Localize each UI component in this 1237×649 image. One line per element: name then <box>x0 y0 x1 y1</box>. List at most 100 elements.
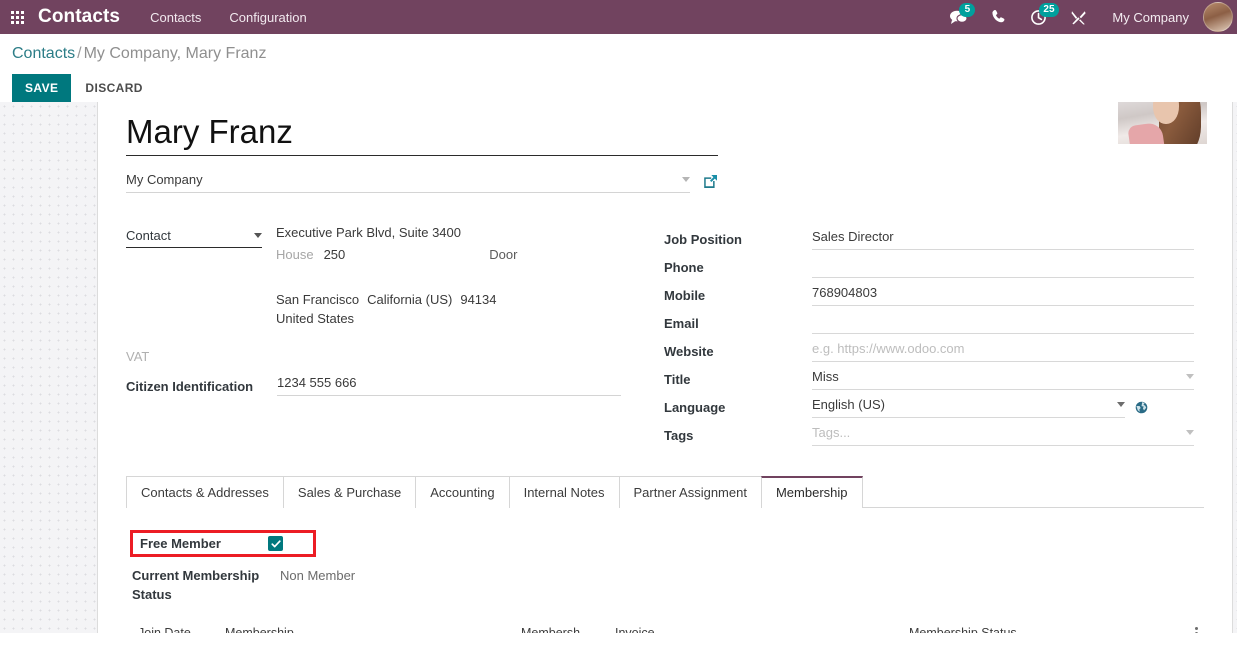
mobile-row: Mobile 768904803 <box>664 281 1194 309</box>
house-door-row: House 250 Door <box>276 247 661 262</box>
current-membership-status-value: Non Member <box>280 568 356 583</box>
city-input[interactable]: San Francisco <box>276 292 359 307</box>
language-select[interactable]: English (US) <box>812 397 1125 418</box>
zip-input[interactable]: 94134 <box>460 292 496 307</box>
state-input[interactable]: California (US) <box>367 292 452 307</box>
discard-button[interactable]: DISCARD <box>71 74 156 102</box>
job-position-input[interactable]: Sales Director <box>812 229 1194 250</box>
breadcrumb: Contacts / My Company, Mary Franz <box>12 45 1237 63</box>
membership-lines-table: Join Date Membership Membersh… Invoice M… <box>132 626 1206 633</box>
address-type-value: Contact <box>126 228 171 243</box>
company-row: My Company <box>126 170 718 193</box>
navbar-menu: Contacts Configuration <box>150 10 307 25</box>
company-input[interactable]: My Company <box>126 170 690 193</box>
activities-badge: 25 <box>1039 3 1059 17</box>
door-input[interactable]: Door <box>489 247 517 262</box>
job-position-label: Job Position <box>664 231 742 247</box>
notebook: Contacts & Addresses Sales & Purchase Ac… <box>126 476 1204 633</box>
title-select[interactable]: Miss <box>812 369 1194 390</box>
form-right-column: Job Position Sales Director Phone Mobile… <box>664 225 1194 449</box>
citizen-identification-input[interactable]: 1234 555 666 <box>277 375 621 396</box>
tags-input[interactable]: Tags... <box>812 425 1194 446</box>
phone-input[interactable] <box>812 257 1194 278</box>
citizen-identification-row: Citizen Identification 1234 555 666 <box>126 375 661 400</box>
column-header-membership[interactable]: Membership <box>225 626 521 633</box>
website-row: Website e.g. https://www.odoo.com <box>664 337 1194 365</box>
tab-accounting[interactable]: Accounting <box>415 476 510 508</box>
tab-partner-assignment[interactable]: Partner Assignment <box>618 476 762 508</box>
save-button[interactable]: SAVE <box>12 74 72 102</box>
mobile-input[interactable]: 768904803 <box>812 285 1194 306</box>
free-member-row[interactable]: Free Member <box>130 530 316 557</box>
control-panel: Contacts / My Company, Mary Franz SAVE DIS… <box>0 34 1237 102</box>
job-position-row: Job Position Sales Director <box>664 225 1194 253</box>
title-row: Title Miss <box>664 365 1194 393</box>
phone-label: Phone <box>664 259 704 275</box>
company-value: My Company <box>126 172 203 187</box>
website-input[interactable]: e.g. https://www.odoo.com <box>812 341 1194 362</box>
email-input[interactable] <box>812 313 1194 334</box>
column-header-invoice[interactable]: Invoice <box>615 626 909 633</box>
language-row: Language English (US) <box>664 393 1194 421</box>
breadcrumb-root[interactable]: Contacts <box>12 45 75 62</box>
activities-button[interactable]: 25 <box>1018 0 1059 34</box>
globe-icon[interactable] <box>1135 401 1148 414</box>
nav-item-configuration[interactable]: Configuration <box>229 10 306 25</box>
tab-internal-notes[interactable]: Internal Notes <box>508 476 620 508</box>
chevron-down-icon <box>1186 374 1194 379</box>
top-navbar: Contacts Contacts Configuration 5 25 My … <box>0 0 1237 34</box>
email-row: Email <box>664 309 1194 337</box>
external-link-icon[interactable] <box>703 174 718 189</box>
contact-form-grid: Contact Executive Park Blvd, Suite 3400 … <box>126 225 1204 449</box>
mobile-label: Mobile <box>664 287 706 303</box>
membership-tab-content: Free Member Current Membership Status No… <box>126 508 1204 633</box>
title-value: Miss <box>812 369 839 384</box>
form-page-background: Mary Franz My Company Contact Executive … <box>0 102 1237 633</box>
chevron-down-icon <box>1186 430 1194 435</box>
language-value: English (US) <box>812 397 885 412</box>
tab-contacts-addresses[interactable]: Contacts & Addresses <box>126 476 284 508</box>
current-company[interactable]: My Company <box>1098 10 1203 25</box>
address-type-select[interactable]: Contact <box>126 225 262 248</box>
column-header-join-date[interactable]: Join Date <box>132 626 225 633</box>
current-membership-status-row: Current Membership Status Non Member <box>132 566 1204 604</box>
free-member-label: Free Member <box>140 536 221 551</box>
website-label: Website <box>664 343 714 359</box>
wrench-screwdriver-icon[interactable] <box>1058 0 1098 34</box>
phone-icon[interactable] <box>978 0 1018 34</box>
breadcrumb-separator: / <box>77 45 82 62</box>
house-input[interactable]: 250 <box>324 247 346 262</box>
tags-label: Tags <box>664 427 694 443</box>
tags-placeholder: Tags... <box>812 425 851 440</box>
title-area: Mary Franz My Company <box>126 102 718 193</box>
column-header-membership-status[interactable]: Membership Status <box>909 626 1186 633</box>
vat-label: VAT <box>126 349 150 364</box>
chevron-down-icon <box>254 233 262 238</box>
country-input[interactable]: United States <box>276 311 661 327</box>
tags-row: Tags Tags... <box>664 421 1194 449</box>
messages-button[interactable]: 5 <box>938 0 978 34</box>
vat-value[interactable] <box>277 345 661 348</box>
breadcrumb-current: My Company, Mary Franz <box>83 45 267 62</box>
tab-sales-purchase[interactable]: Sales & Purchase <box>282 476 417 508</box>
check-icon <box>270 539 281 547</box>
contact-name-input[interactable]: Mary Franz <box>126 112 718 156</box>
citizen-identification-label: Citizen Identification <box>126 379 254 394</box>
house-label: House <box>276 247 314 262</box>
free-member-checkbox[interactable] <box>268 536 283 551</box>
chevron-down-icon <box>1117 402 1125 407</box>
phone-row: Phone <box>664 253 1194 281</box>
contact-photo[interactable] <box>1118 102 1207 144</box>
app-brand-title[interactable]: Contacts <box>38 6 120 28</box>
tab-membership[interactable]: Membership <box>760 476 863 509</box>
apps-grid-icon[interactable] <box>0 0 34 34</box>
record-action-buttons: SAVE DISCARD <box>12 74 1237 102</box>
kebab-menu-icon[interactable] <box>1186 626 1206 633</box>
table-header-row: Join Date Membership Membersh… Invoice M… <box>132 626 1206 633</box>
column-header-membership-truncated[interactable]: Membersh… <box>521 626 615 633</box>
vat-row: VAT <box>126 345 661 370</box>
street-input[interactable]: Executive Park Blvd, Suite 3400 <box>276 225 661 241</box>
title-label: Title <box>664 371 691 387</box>
user-avatar[interactable] <box>1203 2 1233 32</box>
nav-item-contacts[interactable]: Contacts <box>150 10 201 25</box>
